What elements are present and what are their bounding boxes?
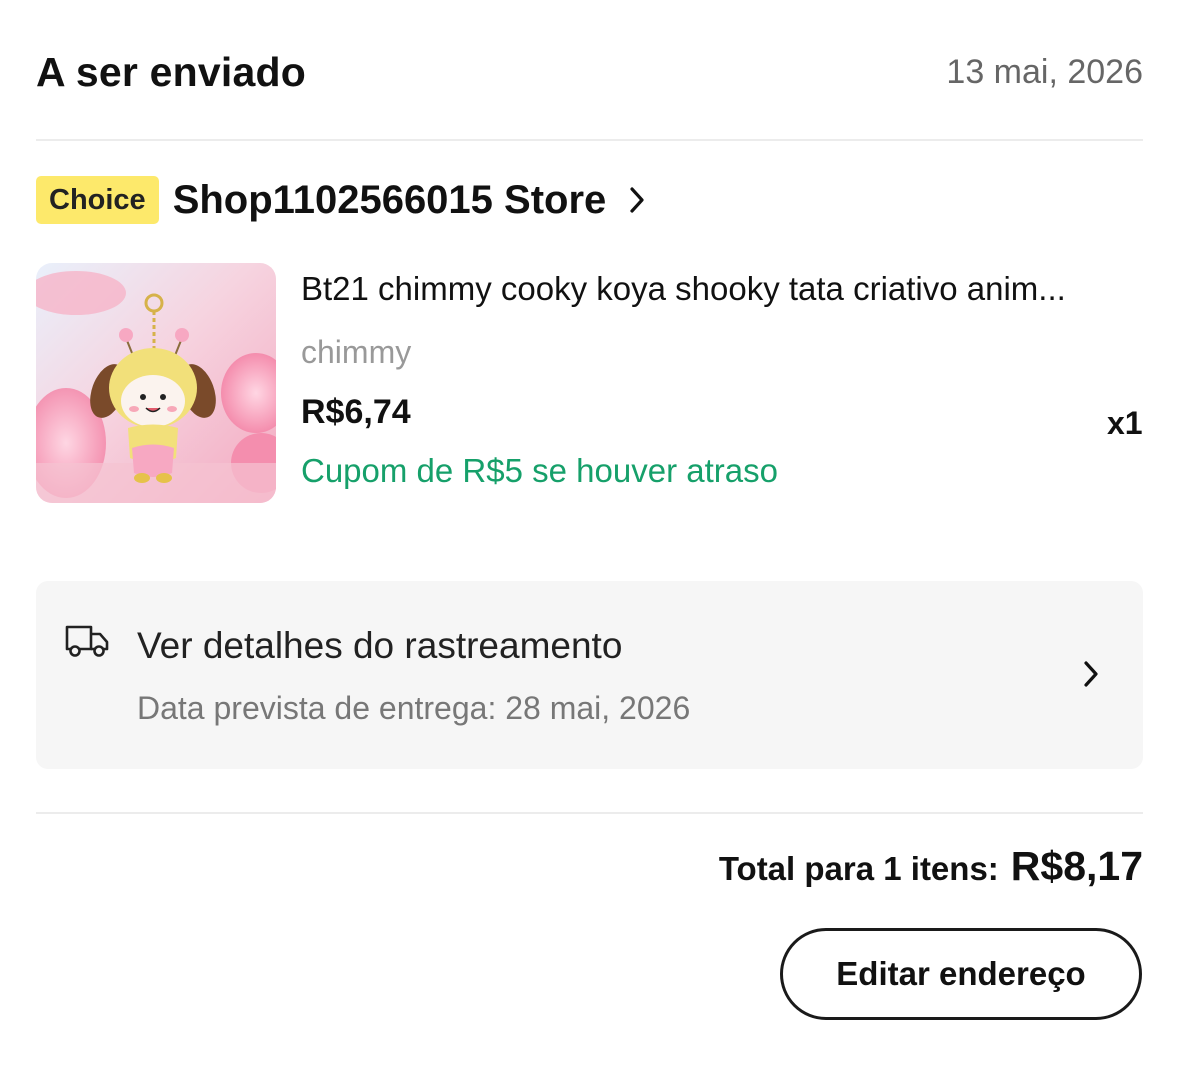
delay-coupon-text: Cupom de R$5 se houver atraso (301, 452, 778, 489)
estimated-delivery-date: Data prevista de entrega: 28 mai, 2026 (137, 690, 691, 726)
store-link[interactable]: Choice Shop1102566015 Store (36, 173, 646, 227)
product-variant: chimmy (301, 334, 412, 370)
tracking-title: Ver detalhes do rastreamento (137, 625, 623, 666)
order-header: A ser enviado 13 mai, 2026 (36, 46, 1143, 98)
edit-address-button[interactable]: Editar endereço (780, 928, 1142, 1020)
store-name[interactable]: Shop1102566015 Store (173, 178, 607, 223)
delivery-truck-icon (64, 621, 110, 661)
product-price: R$6,74 (301, 393, 411, 431)
order-date: 13 mai, 2026 (946, 52, 1143, 91)
choice-badge: Choice (36, 176, 159, 224)
product-image[interactable] (36, 263, 276, 503)
order-status: A ser enviado (36, 48, 306, 95)
chevron-right-icon[interactable] (1082, 659, 1100, 694)
total-label: Total para 1 itens: (718, 850, 999, 887)
chevron-right-icon[interactable] (628, 185, 646, 215)
product-title[interactable]: Bt21 chimmy cooky koya shooky tata criat… (301, 270, 1141, 308)
order-card: A ser enviado 13 mai, 2026 Choice Shop11… (0, 0, 1179, 1070)
total-value: R$8,17 (1010, 843, 1143, 889)
order-total: Total para 1 itens: R$8,17 (719, 843, 1143, 890)
header-divider (36, 139, 1143, 141)
total-divider (36, 812, 1143, 814)
product-quantity: x1 (1107, 405, 1143, 441)
tracking-details-row[interactable]: Ver detalhes do rastreamento Data previs… (36, 581, 1143, 769)
